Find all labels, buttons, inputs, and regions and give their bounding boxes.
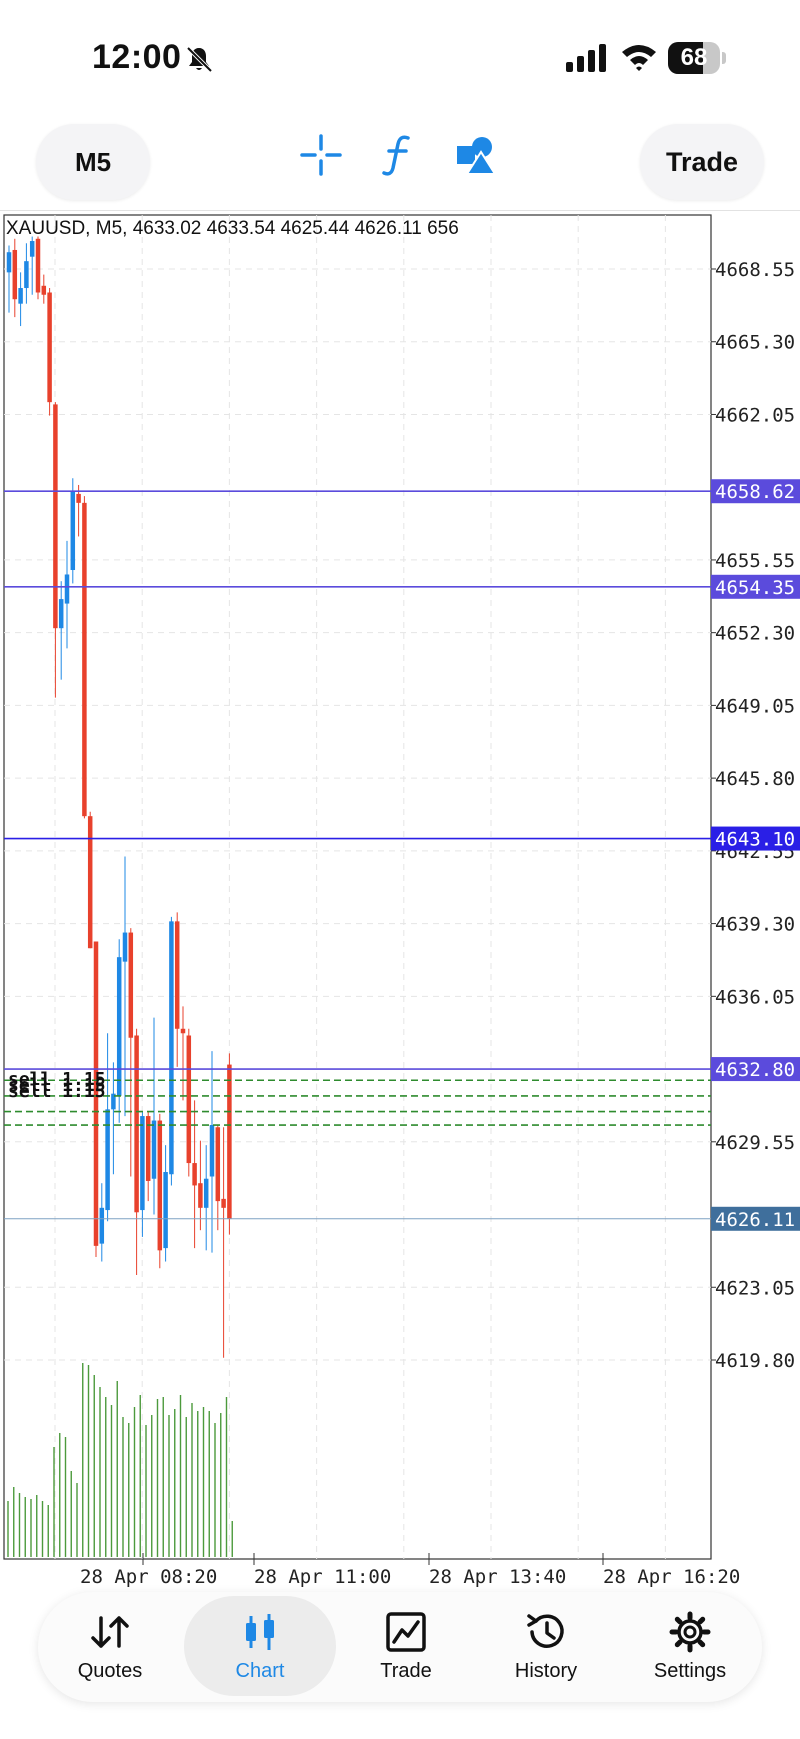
candle-body-down [174, 921, 180, 1029]
candle-body-down [41, 285, 47, 295]
candle-body-up [6, 252, 12, 273]
price-tick-label: 4619.80 [715, 1350, 795, 1372]
cellular-signal-icon [566, 44, 606, 72]
candle-body-up [169, 921, 174, 1175]
battery-body: 68 [668, 42, 720, 74]
candle-body-down [87, 816, 93, 949]
candle-body-down [76, 493, 81, 503]
price-tick-label: 4623.05 [715, 1277, 795, 1299]
chart-info-line: XAUUSD, M5, 4633.02 4633.54 4625.44 4626… [6, 218, 459, 239]
current-price-label: 4626.11 [715, 1209, 795, 1231]
status-time: 12:00 [92, 38, 182, 76]
candle-body-up [140, 1116, 145, 1211]
candle-body-down [134, 1035, 139, 1213]
timeframe-button[interactable]: M5 [36, 124, 150, 200]
candle-body-up [203, 1178, 209, 1208]
candle-body-up [58, 599, 64, 629]
candle-body-down [47, 292, 52, 403]
status-bar: 12:00 68 [0, 0, 800, 110]
nav-quotes[interactable]: Quotes [38, 1592, 182, 1702]
nav-history-label: History [514, 1660, 578, 1682]
candle-body-up [209, 1125, 215, 1177]
price-tick-label: 4639.30 [715, 914, 795, 936]
price-tick-label: 4629.55 [715, 1132, 795, 1154]
price-tick-label: 4655.55 [715, 550, 795, 572]
bell-slash-icon [186, 46, 213, 73]
candle-body-up [64, 574, 70, 604]
candle-body-down [53, 404, 58, 629]
time-tick-label: 28 Apr 13:40 [429, 1566, 566, 1588]
price-tick-label: 4652.30 [715, 623, 795, 645]
battery-indicator: 68 [668, 42, 726, 74]
candle-body-up [18, 288, 23, 304]
trade-chart-icon [386, 1612, 426, 1652]
chart-toolbar: M5 Trade [0, 110, 800, 211]
bottom-navigation: Quotes Chart Trade History Settings [38, 1592, 762, 1702]
price-chart[interactable]: 4668.55 4665.30 4662.05 4655.55 4652.30 4649.… [0, 212, 800, 1592]
time-tick-label: 28 Apr 08:20 [80, 1566, 217, 1588]
candle-body-down [128, 932, 134, 1038]
candle-body-down [221, 1198, 226, 1208]
nav-quotes-label: Quotes [77, 1660, 143, 1682]
settings-gear-icon [669, 1611, 711, 1653]
candle-body-down [198, 1183, 203, 1208]
candle-body-up [24, 261, 29, 289]
nav-chart-label: Chart [235, 1660, 285, 1682]
order-label[interactable]: sell 1.15 [8, 1081, 106, 1102]
price-level-line-label: 4643.10 [715, 829, 795, 851]
price-tick-label: 4649.05 [715, 695, 795, 717]
candlestick-icon [246, 1614, 274, 1650]
price-tick-label: 4665.30 [715, 332, 795, 354]
function-icon[interactable] [375, 132, 421, 178]
trade-button[interactable]: Trade [640, 124, 764, 200]
candle-body-up [163, 1172, 168, 1249]
nav-history[interactable]: History [476, 1592, 616, 1702]
candle-body-up [29, 241, 35, 257]
price-tick-label: 4636.05 [715, 986, 795, 1008]
chart-plot-area [3, 214, 712, 1560]
price-level-line-label: 4654.35 [715, 577, 795, 599]
nav-chart[interactable]: Chart [184, 1596, 336, 1696]
candle-body-down [82, 502, 87, 817]
nav-settings-label: Settings [653, 1660, 727, 1682]
candle-body-down [12, 249, 18, 300]
battery-percent: 68 [680, 44, 708, 71]
candle-body-up [122, 932, 128, 962]
price-tick-label: 4645.80 [715, 768, 795, 790]
nav-trade[interactable]: Trade [338, 1592, 474, 1702]
candle-body-down [157, 1120, 163, 1251]
time-tick-label: 28 Apr 16:20 [603, 1566, 740, 1588]
time-tick-label: 28 Apr 11:00 [254, 1566, 391, 1588]
price-level-line-label: 4658.62 [715, 481, 795, 503]
nav-trade-label: Trade [380, 1660, 432, 1682]
candle-body-up [151, 1120, 157, 1179]
crosshair-icon[interactable] [298, 132, 344, 178]
candle-body-down [180, 1028, 186, 1034]
quotes-arrows-icon [91, 1616, 129, 1648]
candle-body-down [186, 1035, 192, 1164]
candle-body-down [215, 1127, 221, 1202]
price-tick-label: 4662.05 [715, 404, 795, 426]
candle-body-down [192, 1163, 197, 1186]
candle-body-up [116, 957, 122, 1096]
battery-tip [722, 52, 726, 64]
candle-body-down [35, 238, 41, 293]
price-tick-label: 4668.55 [715, 259, 795, 281]
wifi-icon [622, 45, 656, 71]
candle-body-up [70, 491, 76, 571]
candle-body-down [227, 1064, 232, 1220]
objects-icon[interactable] [453, 132, 499, 178]
price-level-line-label: 4632.80 [715, 1059, 795, 1081]
nav-settings[interactable]: Settings [618, 1592, 762, 1702]
candle-body-up [99, 1207, 105, 1244]
history-clock-icon [527, 1614, 564, 1648]
